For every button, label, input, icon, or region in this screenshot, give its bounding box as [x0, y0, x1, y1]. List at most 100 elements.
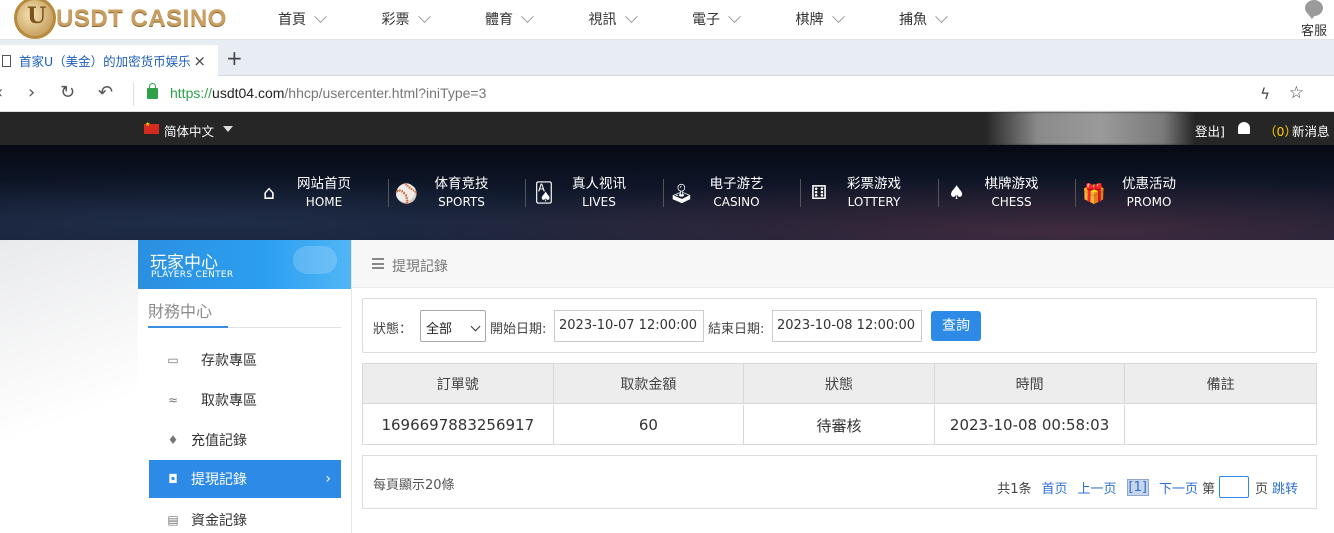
logo-text: USDT CASINO [56, 5, 227, 32]
site-header: U USDT CASINO 首頁 彩票 體育 視訊 電子 棋牌 捕魚 客服 [0, 0, 1334, 40]
site-nav-lottery[interactable]: 彩票 [370, 0, 474, 38]
lock-icon [147, 83, 158, 99]
undo-icon[interactable]: ↶ [98, 84, 113, 102]
site-nav-home[interactable]: 首頁 [266, 0, 370, 38]
per-page-text: 每頁顯示20條 [373, 478, 455, 493]
table-header-row: 訂單號 取款金額 狀態 時間 備註 [363, 364, 1316, 404]
first-page-link[interactable]: 首页 [1041, 478, 1067, 497]
sidebar-item-deposit[interactable]: ▭ 存款專區 [149, 341, 341, 379]
main-nav-home[interactable]: ⌂ 网站首页 HOME [251, 175, 389, 211]
withdraw-icon: ≈ [167, 393, 179, 407]
site-nav-slots[interactable]: 電子 [680, 0, 784, 38]
main-nav-casino[interactable]: 🕹 电子游艺 CASINO [662, 175, 802, 211]
bell-icon[interactable] [1238, 122, 1250, 134]
china-flag-icon [144, 121, 159, 134]
sidebar-item-withdraw[interactable]: ≈ 取款專區 [149, 381, 341, 419]
star-icon[interactable]: ☆ [1289, 83, 1304, 103]
status-select[interactable]: 全部 [420, 310, 486, 342]
sidebar-item-label: 資金記錄 [191, 513, 247, 529]
cards-icon: 🂡 [534, 182, 554, 204]
spade-icon: ♠ [947, 182, 966, 204]
home-icon: ⌂ [262, 182, 276, 204]
chevron-down-icon [470, 321, 481, 332]
logout-link[interactable]: 登出] [1195, 121, 1225, 140]
support-button[interactable]: 客服 [1294, 0, 1334, 40]
url-field[interactable]: https://usdt04.com/hhcp/usercenter.html?… [170, 85, 486, 101]
chevron-right-icon: › [325, 471, 331, 487]
start-date-input[interactable]: 2023-10-07 12:00:00 [554, 310, 704, 342]
sidebar-item-label: 取款專區 [201, 393, 257, 409]
main-nav-lives[interactable]: 🂡 真人视讯 LIVES [525, 175, 664, 211]
column-header: 訂單號 [363, 364, 554, 403]
jump-link[interactable]: 跳转 [1272, 478, 1298, 497]
query-button[interactable]: 查詢 [931, 311, 981, 341]
site-nav-sports[interactable]: 體育 [473, 0, 577, 38]
column-header: 狀態 [744, 364, 935, 403]
site-nav-live[interactable]: 視訊 [577, 0, 681, 38]
sidebar-item-recharge-records[interactable]: ♦ 充值記錄 [149, 421, 341, 459]
main-nav-lottery[interactable]: ⚅ 彩票游戏 LOTTERY [800, 175, 939, 211]
browser-address-bar: ‹ › ↻ ↶ https://usdt04.com/hhcp/usercent… [0, 76, 1334, 112]
main-nav-promo[interactable]: 🎁 优惠活动 PROMO [1075, 175, 1214, 211]
logo-coin-icon: U [0, 0, 58, 39]
new-tab-button[interactable]: + [226, 48, 243, 68]
language-selector[interactable]: 简体中文 [164, 121, 214, 140]
chevron-down-icon [624, 9, 638, 23]
order-number-cell: 1696697883256917 [363, 405, 554, 445]
main-nav-sports[interactable]: ⚾ 体育竞技 SPORTS [387, 175, 527, 211]
chevron-down-icon [728, 9, 741, 23]
sidebar-header: 玩家中心 PLAYERS CENTER [138, 240, 351, 289]
chevron-down-icon [831, 9, 845, 23]
content-header: 提現記錄 [352, 240, 1334, 288]
section-underline [148, 326, 228, 328]
main-nav-chess[interactable]: ♠ 棋牌游戏 CHESS [937, 175, 1077, 211]
sidebar-item-withdraw-records[interactable]: ◘ 提現記錄 › [149, 460, 341, 498]
column-header: 取款金額 [554, 364, 745, 403]
start-date-label: 開始日期: [490, 322, 547, 337]
main-nav: ⌂ 网站首页 HOME ⚾ 体育竞技 SPORTS 🂡 真人视讯 LIVES 🕹 电子… [251, 175, 1214, 211]
next-page-link[interactable]: 下一页 [1159, 478, 1198, 497]
page-title: 提現記錄 [392, 259, 448, 275]
current-page[interactable]: [1] [1126, 478, 1149, 496]
caret-down-icon[interactable] [223, 126, 233, 132]
back-icon[interactable]: ‹ [0, 84, 3, 102]
dice-icon: ⚅ [810, 182, 828, 204]
page-number-input[interactable] [1218, 476, 1249, 498]
site-logo[interactable]: U USDT CASINO [0, 0, 227, 39]
site-nav-fishing[interactable]: 捕魚 [887, 0, 991, 38]
lightning-icon[interactable]: ϟ [1260, 85, 1270, 103]
browser-tab-active[interactable]: 首家U（美金）的加密货币娱乐 × [0, 45, 218, 76]
end-date-input[interactable]: 2023-10-08 12:00:00 [772, 310, 922, 342]
sidebar-item-fund-records[interactable]: ▤ 資金記錄 [149, 501, 341, 533]
left-background [0, 240, 138, 533]
pagination-bar: 每頁顯示20條 共1条 首页 上一页 [1] 下一页 第 页 跳转 [362, 455, 1317, 509]
site-top-strip: 简体中文 登出] （0） 新消息 [0, 112, 1334, 145]
browser-tab-strip: 首家U（美金）的加密货币娱乐 × + [0, 40, 1334, 76]
document-icon [2, 54, 11, 67]
chat-bubble-icon [1305, 0, 1323, 19]
moneybag-icon: ♦ [167, 433, 179, 447]
players-center-sidebar: 玩家中心 PLAYERS CENTER 財務中心 ▭ 存款專區 ≈ 取款專區 ♦… [138, 240, 352, 533]
message-link[interactable]: 新消息 [1292, 121, 1330, 140]
prev-page-link[interactable]: 上一页 [1078, 478, 1117, 497]
status-cell: 待審核 [744, 405, 935, 445]
filter-bar: 狀態： 全部 開始日期: 2023-10-07 12:00:00 結束日期: 2… [362, 298, 1317, 353]
ball-icon: ⚾ [394, 182, 419, 205]
sidebar-item-label: 充值記錄 [191, 433, 247, 449]
time-cell: 2023-10-08 00:58:03 [935, 405, 1126, 445]
refresh-icon[interactable]: ↻ [60, 84, 75, 102]
menu-icon[interactable] [372, 258, 384, 269]
column-header: 備註 [1206, 376, 1235, 393]
chevron-down-icon [314, 9, 327, 23]
amount-cell: 60 [554, 405, 745, 445]
forward-icon[interactable]: › [28, 84, 35, 102]
sidebar-section-title: 財務中心 [148, 302, 213, 321]
site-nav-chess[interactable]: 棋牌 [784, 0, 888, 38]
close-icon[interactable]: × [193, 52, 206, 70]
redacted-username [985, 112, 1195, 145]
chevron-down-icon [417, 9, 431, 23]
column-header: 時間 [935, 364, 1126, 403]
total-count: 共1条 [997, 481, 1032, 497]
status-label: 狀態： [373, 322, 413, 337]
divider [133, 82, 134, 106]
